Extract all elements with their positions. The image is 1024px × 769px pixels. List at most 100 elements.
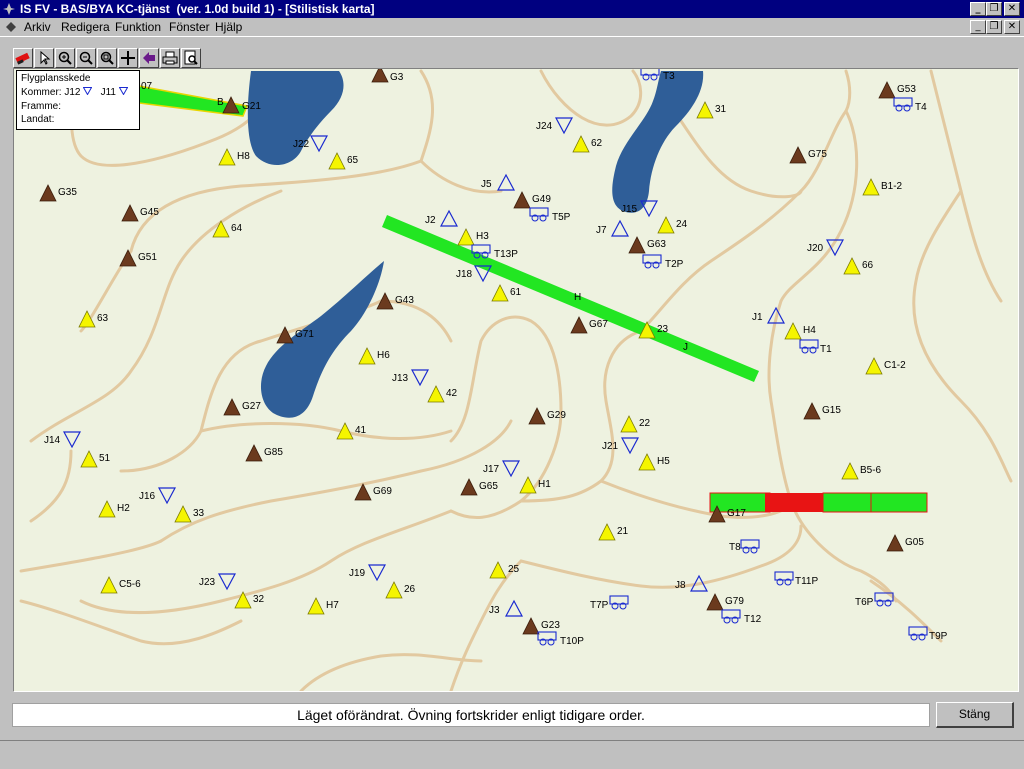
unit-marker[interactable]: G65 bbox=[460, 478, 498, 496]
unit-marker[interactable]: 31 bbox=[696, 101, 727, 119]
unit-marker[interactable]: J3 bbox=[489, 599, 523, 617]
legend-item-j12: J12 bbox=[64, 87, 81, 98]
unit-marker[interactable]: J16 bbox=[139, 487, 176, 505]
unit-marker[interactable]: G85 bbox=[245, 444, 283, 462]
close-button[interactable]: ✕ bbox=[1004, 2, 1020, 16]
vehicle-marker[interactable]: T12 bbox=[721, 609, 762, 625]
marker-label: T13P bbox=[494, 249, 518, 260]
zoom-out-button[interactable] bbox=[76, 48, 96, 68]
unit-marker[interactable]: G79 bbox=[706, 593, 744, 611]
mdi-minimize-button[interactable]: _ bbox=[970, 20, 986, 34]
unit-marker[interactable]: G67 bbox=[570, 316, 608, 334]
menu-funktion[interactable]: Funktion bbox=[115, 20, 161, 34]
menu-arkiv[interactable]: Arkiv bbox=[24, 20, 51, 34]
unit-marker[interactable]: 25 bbox=[489, 561, 520, 579]
mdi-restore-button[interactable]: ❐ bbox=[986, 20, 1002, 34]
pointer-tool-button[interactable] bbox=[34, 48, 54, 68]
unit-marker[interactable]: 24 bbox=[657, 216, 688, 234]
vehicle-marker[interactable]: T10P bbox=[537, 631, 584, 647]
unit-marker[interactable]: J17 bbox=[483, 460, 520, 478]
map-label[interactable]: 07 bbox=[141, 81, 153, 92]
unit-marker[interactable]: G35 bbox=[39, 184, 77, 202]
unit-marker[interactable]: J5 bbox=[481, 173, 515, 191]
unit-marker[interactable]: H2 bbox=[98, 500, 130, 518]
unit-marker[interactable]: H6 bbox=[358, 347, 390, 365]
vehicle-marker[interactable]: T7P bbox=[590, 595, 629, 611]
unit-marker[interactable]: 21 bbox=[598, 523, 629, 541]
minimize-button[interactable]: _ bbox=[970, 2, 986, 16]
crosshair-button[interactable] bbox=[118, 48, 138, 68]
unit-marker[interactable]: J23 bbox=[199, 573, 236, 591]
unit-marker[interactable]: 51 bbox=[80, 450, 111, 468]
marker-label: 63 bbox=[97, 313, 109, 324]
unit-marker[interactable]: 42 bbox=[427, 385, 458, 403]
unit-marker[interactable]: G49 bbox=[513, 191, 551, 209]
unit-marker[interactable]: B5-6 bbox=[841, 462, 882, 480]
vehicle-marker[interactable]: T3 bbox=[640, 69, 675, 82]
back-button[interactable] bbox=[139, 48, 159, 68]
unit-marker[interactable]: C5-6 bbox=[100, 576, 141, 594]
unit-marker[interactable]: J2 bbox=[425, 209, 458, 227]
unit-marker[interactable]: H5 bbox=[638, 453, 670, 471]
unit-marker[interactable]: 65 bbox=[328, 152, 359, 170]
triangle-down-icon bbox=[82, 87, 93, 96]
marker-label: T4 bbox=[915, 102, 927, 113]
unit-marker[interactable]: G27 bbox=[223, 398, 261, 416]
unit-marker[interactable]: 61 bbox=[491, 284, 522, 302]
unit-marker[interactable]: G45 bbox=[121, 204, 159, 222]
unit-marker[interactable]: J14 bbox=[44, 431, 81, 449]
vehicle-marker[interactable]: T13P bbox=[471, 244, 518, 260]
zoom-fit-button[interactable] bbox=[97, 48, 117, 68]
unit-marker[interactable]: B1-2 bbox=[862, 178, 903, 196]
unit-marker[interactable]: H7 bbox=[307, 597, 339, 615]
vehicle-marker[interactable]: T1 bbox=[799, 339, 832, 355]
unit-marker[interactable]: H3 bbox=[457, 228, 489, 246]
map-label[interactable]: J bbox=[683, 342, 688, 353]
marker-label: G65 bbox=[479, 481, 498, 492]
unit-marker[interactable]: 62 bbox=[572, 135, 603, 153]
map-view[interactable]: G3 T3 07 B G21 J22 65 H8 G35 G45 64 G51 63 G71 G27 G85 5… bbox=[13, 68, 1019, 692]
unit-marker[interactable]: J19 bbox=[349, 564, 386, 582]
vehicle-marker[interactable]: T5P bbox=[529, 207, 571, 223]
map-label[interactable]: B bbox=[217, 97, 224, 108]
marker-label: H2 bbox=[117, 503, 130, 514]
marker-label: T11P bbox=[795, 576, 818, 587]
pen-tool-button[interactable] bbox=[13, 48, 33, 68]
unit-marker[interactable]: J7 bbox=[596, 219, 629, 237]
unit-marker[interactable]: C1-2 bbox=[865, 357, 906, 375]
vehicle-marker[interactable]: T8 bbox=[729, 539, 760, 554]
mdi-close-button[interactable]: ✕ bbox=[1004, 20, 1020, 34]
map-label[interactable]: H bbox=[574, 292, 581, 303]
unit-marker[interactable]: G3 bbox=[371, 69, 404, 83]
unit-marker[interactable]: G51 bbox=[119, 249, 157, 267]
print-button[interactable] bbox=[160, 48, 180, 68]
map-canvas[interactable]: G3 T307B G21J2265H8G35G4564G5163G71G27G855… bbox=[14, 69, 1018, 691]
unit-marker[interactable]: G69 bbox=[354, 483, 392, 501]
unit-marker[interactable]: H4 bbox=[784, 322, 816, 340]
preview-button[interactable] bbox=[181, 48, 201, 68]
vehicle-marker[interactable]: T6P bbox=[855, 592, 894, 608]
unit-marker[interactable]: J22 bbox=[293, 135, 328, 153]
unit-marker[interactable]: J21 bbox=[602, 437, 639, 455]
unit-marker[interactable]: G05 bbox=[886, 534, 924, 552]
unit-marker[interactable]: G43 bbox=[376, 292, 414, 310]
unit-marker[interactable]: G15 bbox=[803, 402, 841, 420]
unit-marker[interactable]: J13 bbox=[392, 369, 429, 387]
restore-button[interactable]: ❐ bbox=[986, 2, 1002, 16]
unit-marker[interactable]: G63 bbox=[628, 236, 666, 254]
unit-marker[interactable]: 66 bbox=[843, 257, 874, 275]
menu-fonster[interactable]: Fönster bbox=[169, 20, 210, 34]
unit-marker[interactable]: J20 bbox=[807, 239, 844, 257]
unit-marker[interactable]: 26 bbox=[385, 581, 416, 599]
unit-marker[interactable]: H8 bbox=[218, 148, 250, 166]
menu-redigera[interactable]: Redigera bbox=[61, 20, 110, 34]
close-stang-button[interactable]: Stäng bbox=[936, 702, 1014, 728]
unit-marker[interactable]: 22 bbox=[620, 415, 651, 433]
unit-marker[interactable]: J24 bbox=[536, 117, 573, 135]
menu-hjalp[interactable]: Hjälp bbox=[215, 20, 242, 34]
zoom-in-button[interactable] bbox=[55, 48, 75, 68]
unit-marker[interactable]: G53 bbox=[878, 81, 916, 99]
vehicle-marker[interactable]: T2P bbox=[642, 254, 684, 270]
vehicle-marker[interactable]: T11P bbox=[774, 571, 818, 587]
vehicle-marker[interactable]: T4 bbox=[893, 97, 927, 113]
